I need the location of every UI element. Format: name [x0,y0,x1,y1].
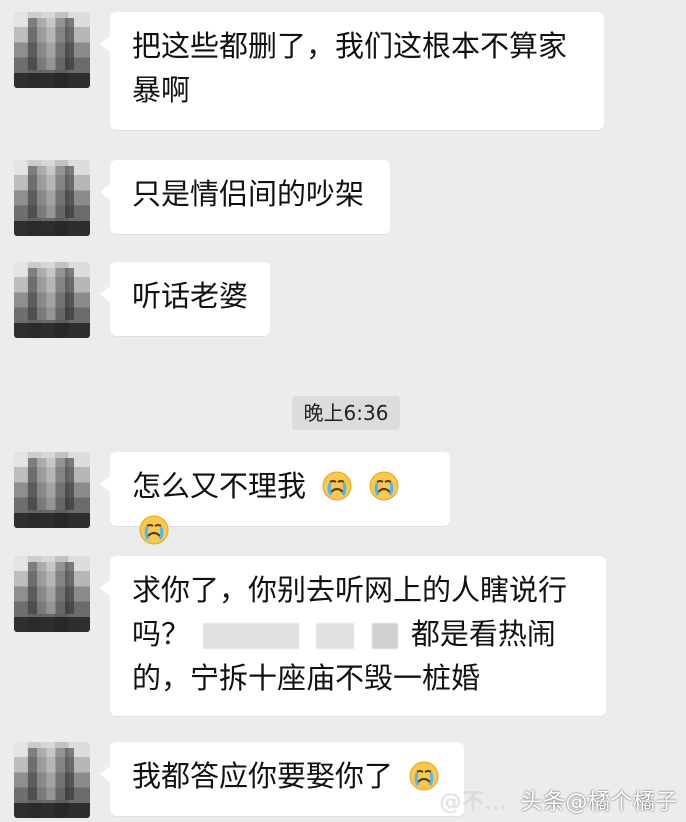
redacted-text [371,623,398,649]
crying-face-icon [322,471,352,501]
message-text: 我都答应你要娶你了 [132,759,394,793]
chat-window: 把这些都删了，我们这根本不算家 暴啊 只是情侣间的吵架 听话老婆 晚上6:36 … [0,0,686,822]
message-bubble[interactable]: 只是情侣间的吵架 [100,160,390,234]
watermark-main: 头条@橘个橘子 [520,790,678,815]
message-text-line-3: 的，宁拆十座庙不毁一桩婚 [132,661,481,695]
message-bubble[interactable]: 听话老婆 [100,262,270,336]
time-divider: 晚上6:36 [292,396,400,430]
avatar[interactable] [14,556,90,632]
redacted-text [203,623,300,649]
avatar[interactable] [14,12,90,88]
message-bubble[interactable]: 求你了，你别去听网上的人瞎说行 吗？ 都是看热闹 的，宁拆十座庙不毁一桩婚 [100,556,606,716]
watermark-faint: @不... [439,790,507,815]
crying-face-icon [409,761,439,791]
avatar[interactable] [14,452,90,528]
watermark: @不... 头条@橘个橘子 [440,784,679,816]
message-text-line-2b: 都是看热闹 [410,617,556,651]
message-text-line-2: 暴啊 [132,73,191,107]
crying-face-icon [369,471,399,501]
message-bubble[interactable]: 把这些都删了，我们这根本不算家 暴啊 [100,12,604,130]
avatar[interactable] [14,160,90,236]
message-bubble[interactable]: 怎么又不理我 [100,452,450,545]
crying-face-icon [139,515,169,545]
message-text: 听话老婆 [132,279,249,313]
message-bubble[interactable]: 我都答应你要娶你了 [100,742,464,816]
message-text: 怎么又不理我 [132,469,307,503]
redacted-text [316,623,355,649]
message-text: 只是情侣间的吵架 [132,177,365,211]
avatar[interactable] [14,742,90,818]
message-text-line-2a: 吗？ [132,617,191,651]
avatar[interactable] [14,262,90,338]
message-text-line-1: 把这些都删了，我们这根本不算家 [132,29,568,63]
message-text-line-1: 求你了，你别去听网上的人瞎说行 [132,573,568,607]
